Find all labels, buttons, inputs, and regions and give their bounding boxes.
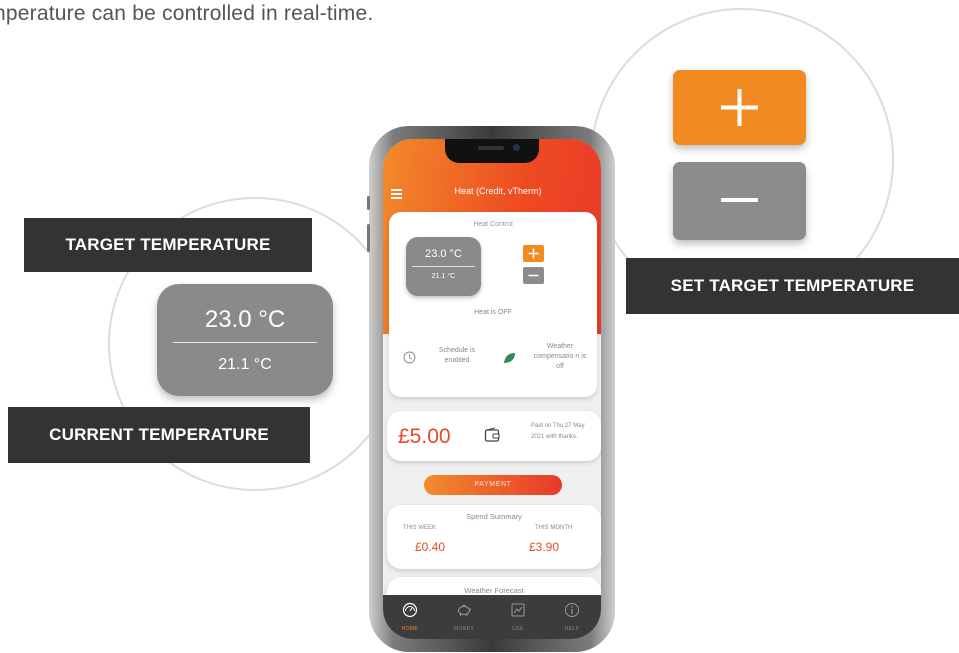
minus-icon [721, 198, 758, 202]
plus-icon [721, 89, 758, 126]
phone-screen: Heat (Credit, vTherm) Heat Control 23.0 … [383, 139, 601, 639]
info-icon [565, 603, 579, 617]
payment-card: £5.00 Paid on Thu 27 May 2021 with thank… [387, 411, 601, 461]
bottom-nav: HOME MONEY USE HELP [383, 595, 601, 639]
chart-icon [511, 603, 525, 617]
zoom-minus-button[interactable] [673, 162, 806, 240]
phone-mockup: Heat (Credit, vTherm) Heat Control 23.0 … [367, 126, 615, 652]
zoom-plus-button[interactable] [673, 70, 806, 145]
callout-current-temperature: CURRENT TEMPERATURE [8, 407, 310, 463]
current-temperature: 21.1 °C [431, 273, 456, 280]
zoom-target-temperature: 23.0 °C [204, 306, 286, 333]
credit-amount: £5.00 [398, 425, 451, 448]
phone-volume-button [367, 224, 370, 252]
payment-button[interactable]: PAYMENT [424, 475, 562, 495]
last-payment-text: Paid on Thu 27 May 2021 with thanks. [531, 423, 585, 440]
home-gauge-icon [402, 602, 418, 618]
weather-forecast-title: Weather Forecast [464, 586, 524, 595]
notch-camera [513, 144, 520, 151]
intro-text: nperature can be controlled in real-time… [0, 2, 374, 25]
weather-compensation-status[interactable]: Weather compensatio n is off [529, 342, 591, 372]
plus-icon [528, 248, 539, 259]
this-month-value: £3.90 [529, 540, 560, 554]
wallet-icon [484, 427, 500, 442]
this-week-value: £0.40 [415, 540, 446, 554]
phone-mute-switch [367, 196, 370, 210]
zoom-current-temperature: 21.1 °C [218, 356, 272, 373]
heat-control-card: Heat Control 23.0 °C 21.1 °C Heat is OFF [389, 212, 597, 397]
zoom-temperature-divider [173, 342, 317, 343]
this-month-label: THIS MONTH [535, 525, 573, 531]
phone-notch [445, 139, 539, 163]
spend-summary-title: Spend Summary [466, 512, 522, 521]
target-temperature: 23.0 °C [425, 248, 462, 260]
nav-label-home: HOME [401, 626, 419, 632]
notch-speaker [478, 146, 504, 150]
heat-status: Heat is OFF [474, 309, 512, 316]
temperature-divider [412, 266, 475, 267]
nav-label-use: USE [512, 626, 524, 632]
nav-item-home[interactable]: HOME [383, 595, 437, 639]
callout-target-temperature: TARGET TEMPERATURE [24, 218, 312, 272]
temperature-display: 23.0 °C 21.1 °C [406, 237, 481, 296]
clock-icon [403, 351, 416, 364]
increase-temperature-button[interactable] [523, 245, 544, 262]
callout-set-target-temperature: SET TARGET TEMPERATURE [626, 258, 959, 314]
spend-summary-card: Spend Summary THIS WEEK THIS MONTH £0.40… [387, 505, 601, 569]
minus-icon [528, 274, 539, 277]
app-title: Heat (Credit, vTherm) [454, 186, 542, 196]
heat-control-title: Heat Control [473, 221, 513, 228]
schedule-status[interactable]: Schedule is enabled [428, 346, 486, 366]
nav-item-money[interactable]: MONEY [437, 595, 491, 639]
leaf-icon [504, 353, 515, 363]
decrease-temperature-button[interactable] [523, 267, 544, 284]
nav-item-use[interactable]: USE [491, 595, 545, 639]
nav-label-help: HELP [564, 626, 580, 632]
zoom-temperature-display: 23.0 °C 21.1 °C [157, 284, 333, 396]
nav-item-help[interactable]: HELP [545, 595, 599, 639]
piggy-bank-icon [458, 605, 472, 616]
nav-label-money: MONEY [453, 626, 475, 632]
this-week-label: THIS WEEK [403, 525, 437, 531]
